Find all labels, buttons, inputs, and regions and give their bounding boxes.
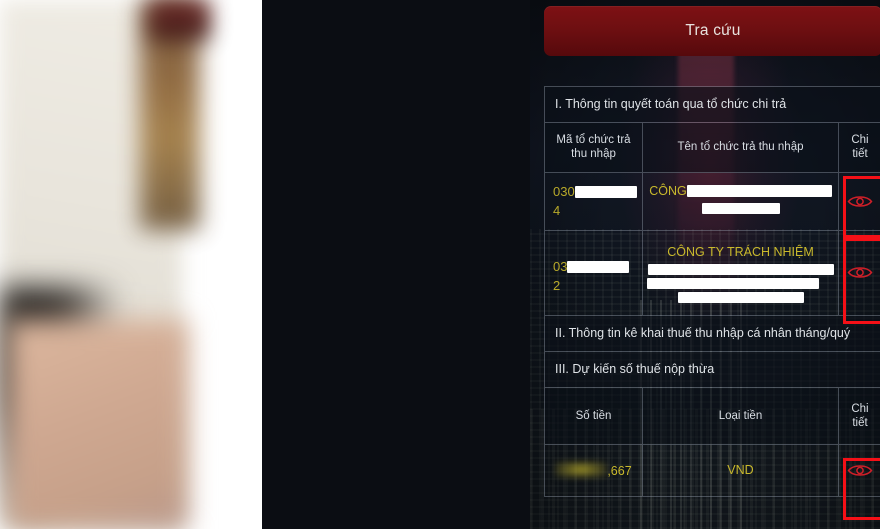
page-content: Tra cứu I. Thông tin quyết toán qua tổ c… xyxy=(530,0,880,529)
table-row: 03 2 CÔNG TY TRÁCH NHIỆM xyxy=(545,230,880,316)
org-name-prefix: CÔNG xyxy=(649,183,687,198)
redaction-bar xyxy=(647,277,819,289)
eye-icon[interactable] xyxy=(847,265,873,280)
section-header-row-2: II. Thông tin kê khai thuế thu nhập cá n… xyxy=(545,315,880,352)
section-header-row-3: III. Dự kiến số thuế nộp thừa xyxy=(545,351,880,388)
org-code-suffix: 2 xyxy=(553,278,561,294)
phone-device: Tra cứu I. Thông tin quyết toán qua tổ c… xyxy=(262,0,880,529)
org-name-prefix: CÔNG TY TRÁCH NHIỆM xyxy=(667,244,814,259)
payers-header-row: Mã tổ chức trả thu nhập Tên tổ chức trả … xyxy=(545,122,880,173)
header-amount: Số tiền xyxy=(545,387,643,445)
detail-button[interactable] xyxy=(839,173,880,230)
section-title-3: III. Dự kiến số thuế nộp thừa xyxy=(545,351,880,387)
eye-icon[interactable] xyxy=(847,463,873,478)
redaction-bar xyxy=(574,186,637,199)
cell-org-name: CÔNG xyxy=(643,172,839,230)
lookup-button[interactable]: Tra cứu xyxy=(544,6,880,56)
redaction-bar xyxy=(677,291,804,303)
cell-org-code: 03 2 xyxy=(545,230,643,315)
redaction-bar xyxy=(567,261,630,274)
header-org-name: Tên tổ chức trả thu nhập xyxy=(643,122,839,172)
redaction-bar xyxy=(701,202,780,214)
header-org-code: Mã tổ chức trả thu nhập xyxy=(545,122,643,172)
section-header-row-1: I. Thông tin quyết toán qua tổ chức chi … xyxy=(545,87,880,123)
section-title-2: II. Thông tin kê khai thuế thu nhập cá n… xyxy=(545,315,880,351)
org-code-suffix: 4 xyxy=(553,203,561,219)
section-title-1: I. Thông tin quyết toán qua tổ chức chi … xyxy=(545,87,880,122)
table-row: ,667 VND xyxy=(545,445,880,498)
cell-org-name: CÔNG TY TRÁCH NHIỆM xyxy=(643,230,839,315)
table-row: 030 4 CÔNG xyxy=(545,172,880,231)
amount-blurred xyxy=(555,461,608,479)
background-hand-blur xyxy=(8,320,188,529)
header-detail: Chi tiết xyxy=(851,133,869,161)
redaction-bar xyxy=(686,185,832,198)
refund-header-row: Số tiền Loại tiền Chi tiết xyxy=(545,387,880,446)
redaction-bar xyxy=(647,263,834,275)
amount-suffix: ,667 xyxy=(607,464,632,479)
phone-screen: Tra cứu I. Thông tin quyết toán qua tổ c… xyxy=(530,0,880,529)
header-detail: Chi tiết xyxy=(851,402,869,429)
detail-button[interactable] xyxy=(839,231,880,315)
cell-org-code: 030 4 xyxy=(545,172,643,230)
header-currency: Loại tiền xyxy=(643,387,839,445)
cell-currency: VND xyxy=(643,445,839,497)
eye-icon[interactable] xyxy=(847,194,873,209)
results-table: I. Thông tin quyết toán qua tổ chức chi … xyxy=(544,86,880,498)
org-code-prefix: 030 xyxy=(553,183,575,199)
detail-button[interactable] xyxy=(839,445,880,496)
org-code-prefix: 03 xyxy=(553,258,568,274)
cell-amount: ,667 xyxy=(545,445,643,497)
background-red-blur xyxy=(150,0,210,40)
photo-scene: Tra cứu I. Thông tin quyết toán qua tổ c… xyxy=(0,0,880,529)
